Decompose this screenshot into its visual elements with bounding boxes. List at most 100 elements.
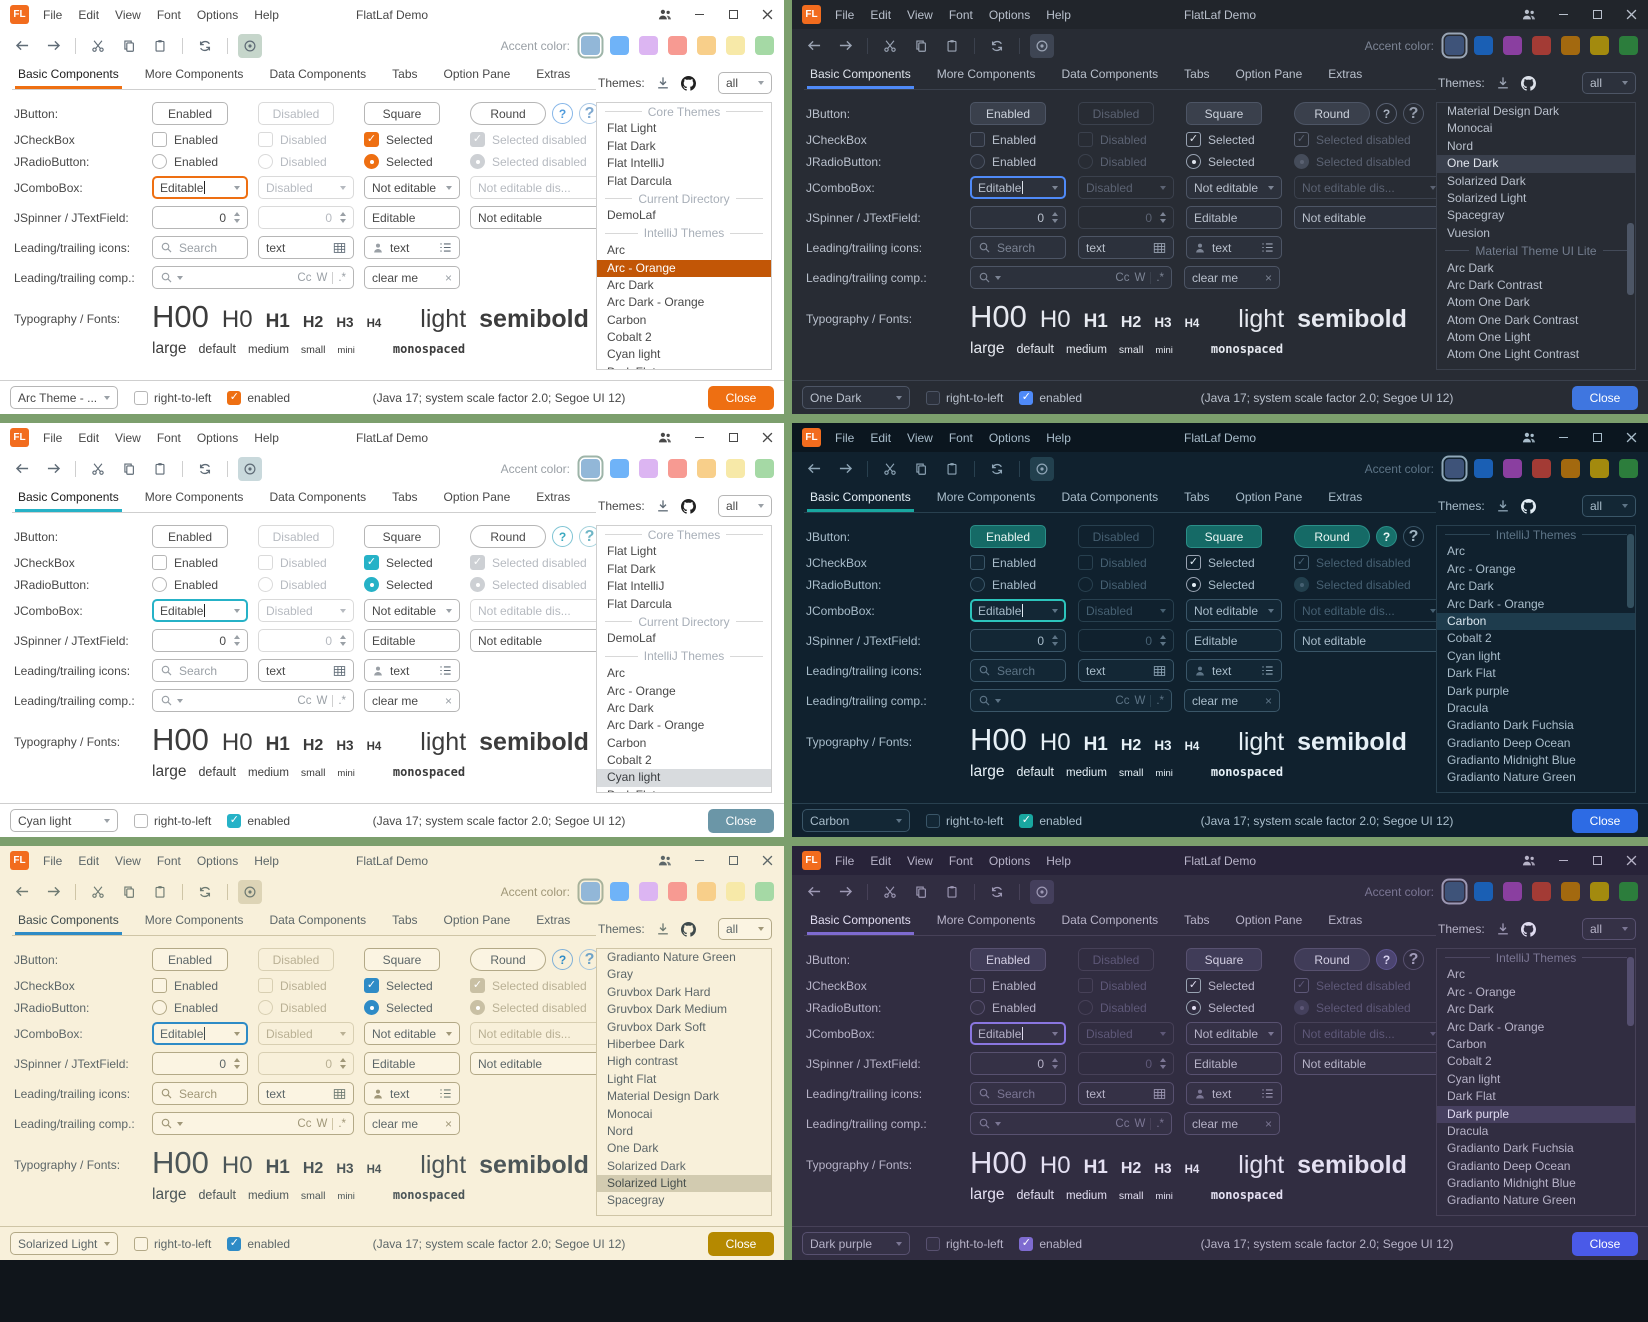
square-button[interactable]: Square [364, 948, 440, 971]
theme-list-item[interactable]: Cobalt 2 [1437, 630, 1635, 647]
refresh-button[interactable] [193, 457, 217, 481]
regex-toggle[interactable]: .* [1156, 272, 1164, 284]
accent-swatch[interactable] [1619, 882, 1638, 901]
clearable-input[interactable]: clear me × [364, 1112, 460, 1135]
menu-item-help[interactable]: Help [254, 8, 279, 22]
search-options-input[interactable]: Cc W .* [152, 1112, 354, 1135]
menu-item-edit[interactable]: Edit [870, 854, 891, 868]
accent-swatch[interactable] [1532, 36, 1551, 55]
theme-list-item[interactable]: Nord [1437, 138, 1635, 155]
chevron-down-icon[interactable] [995, 276, 1001, 280]
checkbox-enabled[interactable] [152, 978, 167, 993]
whole-word-toggle[interactable]: W [1134, 695, 1145, 707]
checkbox-enabled[interactable] [970, 555, 985, 570]
textfield-editable[interactable]: Editable [1186, 1052, 1282, 1075]
paste-button[interactable] [940, 457, 964, 481]
tab-basic-components[interactable]: Basic Components [18, 67, 119, 89]
whole-word-toggle[interactable]: W [316, 272, 327, 284]
spinner-up-icon[interactable] [234, 1058, 240, 1062]
theme-list-item[interactable]: Solarized Light [1437, 190, 1635, 207]
spinner-up-icon[interactable] [1052, 1058, 1058, 1062]
accent-swatch[interactable] [1619, 36, 1638, 55]
theme-list-item[interactable]: Gradianto Nature Green [1437, 769, 1635, 786]
close-window-button[interactable] [760, 854, 774, 868]
text-input-table[interactable]: text [1078, 659, 1174, 682]
checkbox[interactable] [926, 391, 940, 405]
checkbox-enabled[interactable] [152, 132, 167, 147]
radio-enabled[interactable] [970, 577, 985, 592]
accent-swatch[interactable] [639, 36, 658, 55]
close-window-button[interactable] [760, 431, 774, 445]
theme-list-item[interactable]: Arc - Orange [597, 260, 771, 277]
whole-word-toggle[interactable]: W [316, 1118, 327, 1130]
tab-data-components[interactable]: Data Components [1061, 490, 1158, 512]
spinner-arrows[interactable] [234, 635, 240, 646]
theme-list-item[interactable]: Arc Dark - Orange [1437, 596, 1635, 613]
github-button[interactable] [681, 499, 696, 514]
back-button[interactable] [10, 880, 34, 904]
right-to-left-checkbox[interactable]: right-to-left [926, 814, 1003, 828]
regex-toggle[interactable]: .* [1156, 1118, 1164, 1130]
right-to-left-checkbox[interactable]: right-to-left [134, 814, 211, 828]
match-case-toggle[interactable]: Cc [297, 1118, 311, 1130]
menu-item-view[interactable]: View [115, 431, 141, 445]
scrollbar-thumb[interactable] [1627, 957, 1634, 1026]
paste-button[interactable] [940, 880, 964, 904]
round-button[interactable]: Round [1294, 525, 1370, 548]
theme-list-item[interactable]: Material Design Dark [597, 1088, 771, 1105]
forward-button[interactable] [833, 34, 857, 58]
theme-list-item[interactable]: Dracula [1437, 700, 1635, 717]
close-window-button[interactable] [1624, 8, 1638, 22]
menu-item-help[interactable]: Help [1046, 8, 1071, 22]
list-icon[interactable] [1261, 242, 1274, 253]
minimize-button[interactable] [692, 431, 706, 445]
theme-list-item[interactable]: Dark Flat [597, 364, 771, 370]
theme-list-item[interactable]: Arc - Orange [597, 683, 771, 700]
minimize-button[interactable] [692, 854, 706, 868]
theme-list-item[interactable]: Arc Dark Contrast [1437, 277, 1635, 294]
checkbox-enabled[interactable] [970, 978, 985, 993]
theme-list-item[interactable]: Flat Light [597, 543, 771, 560]
themes-filter-select[interactable]: all [718, 72, 772, 94]
checkbox[interactable] [926, 1237, 940, 1251]
cut-button[interactable] [86, 880, 110, 904]
theme-list-item[interactable]: Dracula [1437, 1123, 1635, 1140]
tab-option-pane[interactable]: Option Pane [1236, 67, 1303, 89]
combobox-not-editable[interactable]: Not editable [364, 599, 460, 622]
checkbox[interactable]: ✓ [1019, 1237, 1033, 1251]
radio-enabled[interactable] [970, 154, 985, 169]
theme-list-item[interactable]: Gradianto Deep Ocean [1437, 1158, 1635, 1175]
accent-swatch[interactable] [1590, 36, 1609, 55]
combobox-editable[interactable]: Editable [970, 599, 1066, 622]
checkbox-selected[interactable]: ✓ [1186, 978, 1201, 993]
users-icon[interactable] [1522, 854, 1536, 868]
accent-swatch[interactable] [639, 882, 658, 901]
spinner-up-icon[interactable] [1052, 635, 1058, 639]
right-to-left-checkbox[interactable]: right-to-left [926, 391, 1003, 405]
tab-more-components[interactable]: More Components [937, 490, 1036, 512]
text-input-user-list[interactable]: text [364, 236, 460, 259]
accent-swatch[interactable] [755, 882, 774, 901]
radio-selected[interactable] [1186, 154, 1201, 169]
menu-item-file[interactable]: File [43, 854, 62, 868]
themes-filter-select[interactable]: all [718, 495, 772, 517]
refresh-button[interactable] [985, 457, 1009, 481]
help-button[interactable]: ? [1376, 949, 1397, 970]
menu-item-options[interactable]: Options [197, 854, 238, 868]
enabled-checkbox[interactable]: ✓ enabled [227, 814, 290, 828]
text-input-table[interactable]: text [1078, 236, 1174, 259]
checkbox-selected[interactable]: ✓ [364, 978, 379, 993]
tab-option-pane[interactable]: Option Pane [444, 913, 511, 935]
theme-list-item[interactable]: Gradianto Nature Green [1437, 1192, 1635, 1209]
radio-enabled[interactable] [152, 1000, 167, 1015]
enabled-button[interactable]: Enabled [152, 525, 228, 548]
round-button[interactable]: Round [470, 102, 546, 125]
spinner[interactable]: 0 [152, 206, 248, 229]
textfield-editable[interactable]: Editable [1186, 206, 1282, 229]
cut-button[interactable] [878, 880, 902, 904]
show-hints-toggle[interactable] [1030, 880, 1054, 904]
tab-tabs[interactable]: Tabs [392, 490, 417, 512]
theme-list-item[interactable]: Arc [1437, 966, 1635, 983]
menu-item-edit[interactable]: Edit [78, 431, 99, 445]
chevron-down-icon[interactable] [995, 699, 1001, 703]
